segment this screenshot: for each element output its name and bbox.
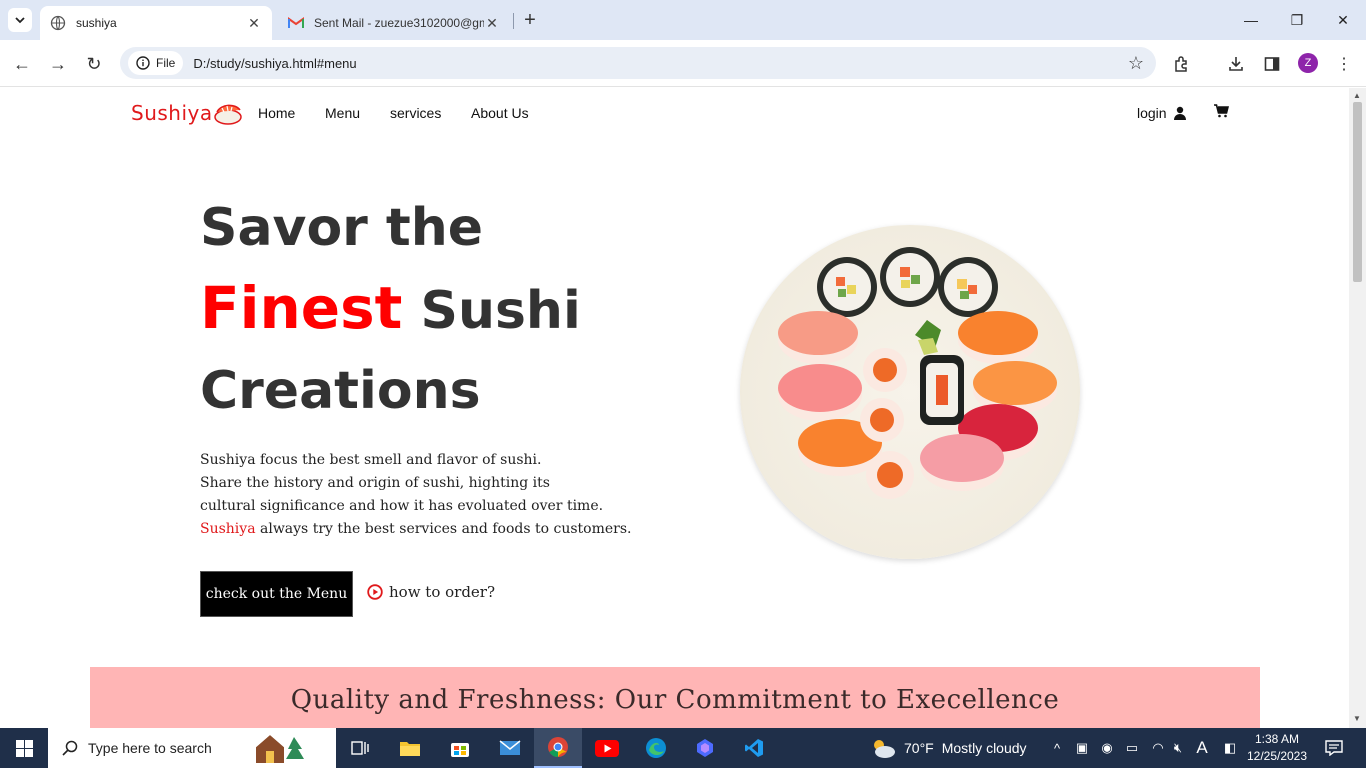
side-panel-icon[interactable]: [1260, 52, 1284, 76]
taskbar-search[interactable]: Type here to search: [48, 728, 336, 768]
nav-menu[interactable]: Menu: [325, 105, 360, 121]
more-menu-icon[interactable]: ⋮: [1332, 52, 1356, 76]
hero-accent: Finest: [200, 274, 403, 342]
clock-date: 12/25/2023: [1246, 749, 1308, 763]
action-center-icon[interactable]: [1322, 728, 1346, 768]
hero-description: Sushiya focus the best smell and flavor …: [200, 449, 631, 541]
login-link[interactable]: login: [1137, 105, 1187, 121]
copilot-icon[interactable]: [681, 728, 729, 768]
tab-sushiya[interactable]: sushiya ✕: [40, 6, 272, 40]
sushi-illustration: [778, 247, 1057, 499]
browser-tab-bar: sushiya ✕ Sent Mail - zuezue3102000@gm ✕…: [0, 0, 1366, 40]
reload-button[interactable]: ↻: [80, 50, 108, 78]
partly-cloudy-icon: [874, 740, 895, 758]
minimize-button[interactable]: —: [1228, 0, 1274, 40]
description-line: Sushiya focus the best smell and flavor …: [200, 452, 542, 468]
bookmark-star-icon[interactable]: ☆: [1128, 53, 1144, 74]
weather-temp: 70°F: [904, 740, 934, 756]
mail-icon[interactable]: [486, 728, 534, 768]
location-icon[interactable]: ◉: [1098, 728, 1116, 768]
gmail-icon: [288, 17, 304, 28]
how-to-order-label: how to order?: [389, 583, 496, 601]
forward-button[interactable]: →: [44, 50, 72, 78]
close-window-button[interactable]: ✕: [1320, 0, 1366, 40]
tab-title: sushiya: [76, 16, 117, 30]
hero-line-3: Creations: [200, 361, 481, 421]
new-tab-button[interactable]: +: [518, 8, 542, 32]
show-hidden-icons[interactable]: ^: [1048, 728, 1066, 768]
system-clock[interactable]: 1:38 AM 12/25/2023: [1244, 731, 1310, 765]
back-button[interactable]: ←: [8, 50, 36, 78]
windows-taskbar: Type here to search 70°F Mostly cloudy ^…: [0, 728, 1366, 768]
download-icon[interactable]: [1224, 52, 1248, 76]
battery-icon[interactable]: ▭: [1122, 728, 1142, 768]
info-icon: [136, 56, 150, 70]
windows-logo-icon: [15, 739, 33, 757]
microsoft-store-icon[interactable]: [436, 728, 484, 768]
file-explorer-icon[interactable]: [386, 728, 434, 768]
description-brand: Sushiya: [200, 521, 256, 537]
user-icon: [1173, 106, 1186, 120]
sushi-plate-image: [740, 225, 1080, 559]
site-info-label: File: [156, 56, 176, 70]
nav-services[interactable]: services: [390, 105, 441, 121]
task-view-icon[interactable]: [336, 728, 384, 768]
banner-title: Quality and Freshness: Our Commitment to…: [290, 685, 1060, 715]
tab-search-button[interactable]: [8, 8, 32, 32]
nav-home[interactable]: Home: [258, 105, 295, 121]
hero-line-2: Sushi: [420, 281, 581, 341]
url-text[interactable]: D:/study/sushiya.html#menu: [193, 56, 356, 71]
site-logo[interactable]: Sushiya: [131, 100, 243, 126]
browser-toolbar: ← → ↻ File D:/study/sushiya.html#menu ☆ …: [0, 40, 1366, 87]
how-to-order-link[interactable]: how to order?: [367, 583, 495, 601]
clock-time: 1:38 AM: [1254, 732, 1300, 746]
tab-gmail[interactable]: Sent Mail - zuezue3102000@gm ✕: [278, 6, 510, 40]
profile-avatar[interactable]: Z: [1298, 53, 1318, 73]
web-page: Sushiya Home Menu services About Us logi…: [0, 88, 1349, 728]
close-tab-icon[interactable]: ✕: [484, 15, 500, 32]
description-line: Share the history and origin of sushi, h…: [200, 475, 550, 491]
cart-icon[interactable]: [1214, 104, 1230, 121]
hero-line-1: Savor the: [200, 198, 484, 258]
chrome-icon[interactable]: [534, 728, 582, 768]
tab-title: Sent Mail - zuezue3102000@gm: [314, 16, 484, 30]
wifi-icon[interactable]: ◠: [1148, 728, 1168, 768]
vscode-icon[interactable]: [730, 728, 778, 768]
site-info-chip[interactable]: File: [128, 51, 184, 75]
scroll-down-icon[interactable]: ▼: [1353, 714, 1361, 723]
page-scrollbar[interactable]: ▲ ▼: [1349, 88, 1366, 728]
play-circle-icon: [367, 584, 383, 600]
address-bar[interactable]: File D:/study/sushiya.html#menu ☆: [120, 47, 1156, 79]
youtube-icon[interactable]: [583, 728, 631, 768]
description-line: always try the best services and foods t…: [255, 521, 632, 537]
edge-icon[interactable]: [632, 728, 680, 768]
description-line: cultural significance and how it has evo…: [200, 498, 604, 514]
restore-button[interactable]: ❐: [1274, 0, 1320, 40]
scroll-thumb[interactable]: [1353, 102, 1362, 282]
globe-icon: [50, 15, 66, 31]
scroll-up-icon[interactable]: ▲: [1353, 91, 1361, 100]
input-language-icon[interactable]: A: [1192, 728, 1212, 768]
nav-about-us[interactable]: About Us: [471, 105, 529, 121]
chevron-down-icon: [15, 17, 25, 24]
commitment-banner: Quality and Freshness: Our Commitment to…: [90, 667, 1260, 728]
logo-text: Sushiya: [131, 101, 213, 125]
search-icon: [62, 740, 78, 756]
login-label: login: [1137, 105, 1167, 121]
close-tab-icon[interactable]: ✕: [246, 15, 262, 32]
start-button[interactable]: [0, 728, 48, 768]
hero-title: Savor the Finest Sushi Creations: [200, 188, 581, 431]
meet-now-icon[interactable]: ▣: [1072, 728, 1092, 768]
volume-muted-icon[interactable]: 🔇︎: [1168, 728, 1188, 768]
extensions-icon[interactable]: [1170, 52, 1194, 76]
sushi-logo-icon: [213, 104, 242, 125]
notification-focus-icon[interactable]: ◧: [1220, 728, 1240, 768]
weather-text: Mostly cloudy: [941, 740, 1027, 756]
check-menu-button[interactable]: check out the Menu: [200, 571, 353, 617]
holiday-house-icon: [252, 731, 304, 763]
weather-widget[interactable]: 70°F Mostly cloudy: [870, 728, 1027, 768]
search-placeholder: Type here to search: [88, 740, 212, 756]
tab-separator: [513, 13, 514, 29]
